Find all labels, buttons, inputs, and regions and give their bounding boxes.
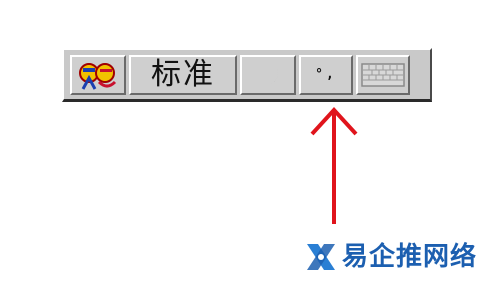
ime-logo-icon bbox=[79, 62, 117, 90]
screenshot-stage: 标准 °, 易企推网络 bbox=[0, 0, 500, 284]
watermark-text: 易企推网络 bbox=[342, 242, 478, 272]
keyboard-icon bbox=[361, 62, 405, 87]
ime-logo-button[interactable] bbox=[70, 54, 126, 95]
input-mode-button[interactable]: 标准 bbox=[129, 54, 237, 95]
input-mode-label: 标准 bbox=[151, 56, 215, 92]
soft-keyboard-button[interactable] bbox=[356, 54, 410, 95]
punctuation-label: °, bbox=[315, 67, 337, 82]
punctuation-button[interactable]: °, bbox=[299, 54, 353, 95]
moon-icon bbox=[258, 64, 278, 85]
full-half-width-button[interactable] bbox=[240, 54, 296, 95]
red-arrow-annotation bbox=[310, 107, 358, 224]
x-logo-icon bbox=[307, 244, 335, 270]
ime-status-bar: 标准 °, bbox=[62, 48, 432, 102]
watermark: 易企推网络 bbox=[304, 236, 477, 278]
